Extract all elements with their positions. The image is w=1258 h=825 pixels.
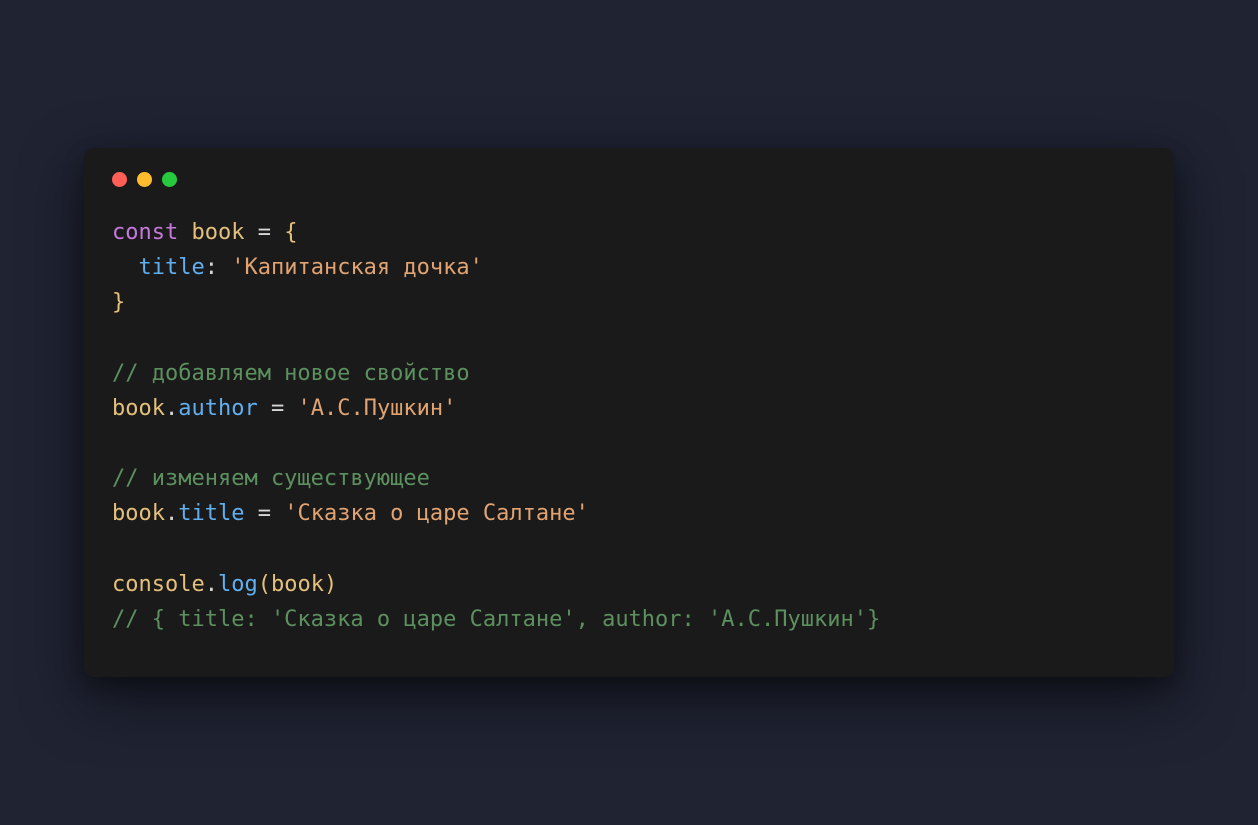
string-literal: 'А.С.Пушкин' <box>297 396 456 421</box>
keyword-const: const <box>112 220 178 245</box>
code-window: const book = { title: 'Капитанская дочка… <box>84 148 1174 677</box>
comment: // добавляем новое свойство <box>112 361 470 386</box>
identifier-console: console <box>112 572 205 597</box>
code-line: // изменяем существующее <box>112 466 430 491</box>
code-line: } <box>112 290 125 315</box>
code-line: // { title: 'Сказка о царе Салтане', aut… <box>112 607 880 632</box>
code-line: book.author = 'А.С.Пушкин' <box>112 396 456 421</box>
method-log: log <box>218 572 258 597</box>
property-title: title <box>178 501 244 526</box>
maximize-icon[interactable] <box>162 172 177 187</box>
argument-book: book <box>271 572 324 597</box>
minimize-icon[interactable] <box>137 172 152 187</box>
comment: // изменяем существующее <box>112 466 430 491</box>
identifier-book: book <box>112 501 165 526</box>
code-line: // добавляем новое свойство <box>112 361 470 386</box>
code-block: const book = { title: 'Капитанская дочка… <box>112 215 1146 637</box>
code-line: console.log(book) <box>112 572 337 597</box>
close-icon[interactable] <box>112 172 127 187</box>
code-line: book.title = 'Сказка о царе Салтане' <box>112 501 589 526</box>
code-line: title: 'Капитанская дочка' <box>112 255 483 280</box>
string-literal: 'Сказка о царе Салтане' <box>284 501 589 526</box>
identifier-book: book <box>191 220 244 245</box>
property-author: author <box>178 396 257 421</box>
comment: // { title: 'Сказка о царе Салтане', aut… <box>112 607 880 632</box>
code-line: const book = { <box>112 220 297 245</box>
property-title: title <box>139 255 205 280</box>
identifier-book: book <box>112 396 165 421</box>
string-literal: 'Капитанская дочка' <box>231 255 483 280</box>
window-traffic-lights <box>112 172 1146 187</box>
